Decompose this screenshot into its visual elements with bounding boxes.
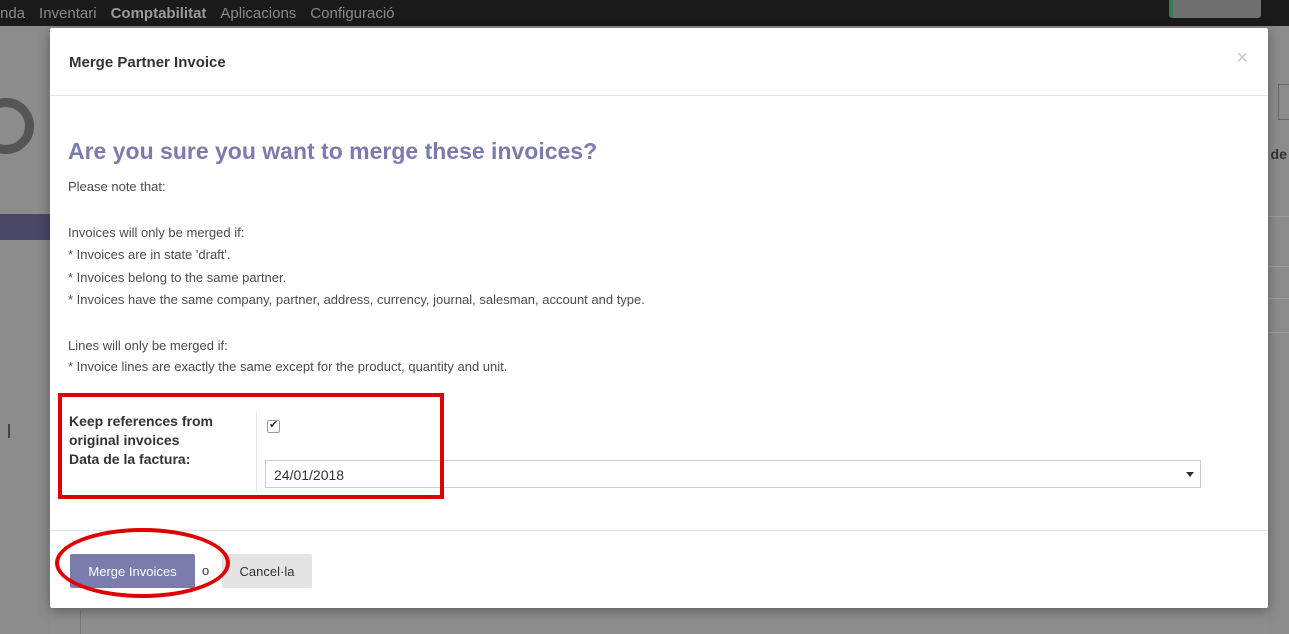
background-divider	[80, 610, 81, 634]
footer-divider	[50, 530, 1268, 531]
annotation-highlight-ellipse	[55, 528, 230, 598]
background-row-line	[1268, 298, 1289, 299]
app-logo	[0, 98, 34, 154]
cancel-button[interactable]: Cancel·la	[222, 554, 312, 588]
note-intro: Please note that:	[68, 179, 166, 194]
background-input-edge	[1278, 84, 1289, 120]
note-invoice-rule: * Invoices have the same company, partne…	[68, 292, 645, 307]
background-active-menu	[0, 214, 50, 240]
background-marker	[8, 424, 10, 438]
note-lines-rule: * Invoice lines are exactly the same exc…	[68, 359, 508, 374]
menu-item-accounting[interactable]: Comptabilitat	[111, 5, 207, 22]
note-lines-condition: Lines will only be merged if:	[68, 338, 228, 353]
note-invoice-rule: * Invoices are in state 'draft'.	[68, 247, 231, 262]
dialog-header: Merge Partner Invoice ×	[50, 28, 1268, 96]
chevron-down-icon[interactable]	[1186, 472, 1194, 477]
background-row-line	[1268, 266, 1289, 267]
background-left-panel	[0, 26, 50, 634]
background-row-line	[1268, 216, 1289, 217]
note-invoices-condition: Invoices will only be merged if:	[68, 225, 245, 240]
merge-invoice-dialog: Merge Partner Invoice × Are you sure you…	[50, 28, 1268, 608]
background-right-panel: t de	[1262, 26, 1289, 634]
dialog-title: Merge Partner Invoice	[69, 54, 226, 71]
background-row-line	[1268, 332, 1289, 333]
top-menu: nda Inventari Comptabilitat Aplicacions …	[0, 0, 395, 26]
annotation-highlight-box	[58, 393, 444, 499]
confirmation-heading: Are you sure you want to merge these inv…	[68, 138, 598, 164]
menu-item-inventory[interactable]: Inventari	[39, 5, 97, 22]
note-invoice-rule: * Invoices belong to the same partner.	[68, 270, 287, 285]
menu-item-sales[interactable]: nda	[0, 5, 25, 22]
top-navbar: nda Inventari Comptabilitat Aplicacions …	[0, 0, 1289, 26]
close-icon[interactable]: ×	[1236, 47, 1248, 70]
menu-item-apps[interactable]: Aplicacions	[220, 5, 296, 22]
topbar-user-button[interactable]	[1169, 0, 1261, 18]
menu-item-settings[interactable]: Configuració	[310, 5, 394, 22]
